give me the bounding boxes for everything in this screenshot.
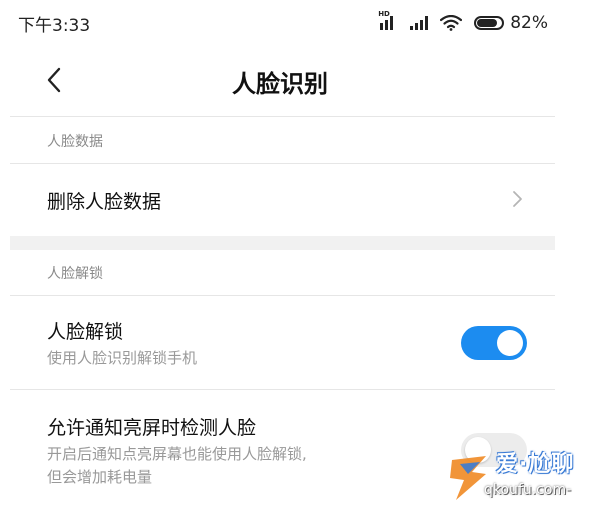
- toggle-knob: [497, 330, 523, 356]
- notify-detect-face-subtitle-line1: 开启后通知点亮屏幕也能使用人脸解锁,: [47, 445, 307, 463]
- divider: [10, 163, 555, 164]
- face-unlock-title: 人脸解锁: [47, 321, 124, 343]
- title-bar: 人脸识别: [0, 50, 600, 110]
- face-unlock-toggle[interactable]: [461, 326, 527, 360]
- signal-hd-icon: HD: [378, 10, 398, 30]
- wifi-icon: [440, 15, 463, 31]
- status-bar: 下午3:33 HD 82%: [0, 0, 600, 46]
- notify-detect-face-title: 允许通知亮屏时检测人脸: [47, 417, 257, 439]
- notify-detect-face-subtitle-line2: 但会增加耗电量: [47, 468, 153, 486]
- section-header-face-unlock: 人脸解锁: [47, 266, 103, 282]
- page-title: 人脸识别: [232, 70, 328, 98]
- face-unlock-row[interactable]: 人脸解锁 使用人脸识别解锁手机: [10, 297, 555, 387]
- battery-icon: [474, 16, 505, 30]
- battery-indicator: 82%: [474, 13, 548, 33]
- site-watermark: 爱·尬聊 qkoufu.com-: [446, 446, 596, 508]
- watermark-text-url: qkoufu.com-: [484, 482, 572, 498]
- battery-percent: 82%: [510, 13, 548, 33]
- signal-icon: [410, 16, 429, 30]
- divider: [10, 295, 555, 296]
- watermark-text-main: 爱·尬聊: [496, 452, 575, 477]
- delete-face-data-label: 删除人脸数据: [47, 191, 162, 213]
- status-time: 下午3:33: [18, 15, 91, 36]
- section-header-face-data: 人脸数据: [47, 134, 103, 150]
- network-badge: HD: [378, 10, 390, 18]
- divider: [10, 116, 555, 117]
- face-unlock-subtitle: 使用人脸识别解锁手机: [47, 349, 198, 367]
- section-separator: [10, 236, 555, 250]
- battery-fill: [477, 19, 497, 27]
- status-icons: HD 82%: [378, 10, 548, 33]
- chevron-right-icon: [513, 191, 522, 207]
- divider: [10, 389, 555, 390]
- face-recognition-screen: 下午3:33 HD 82% 人脸识别 人脸数据 删除人脸数据 人脸解锁 人脸解锁…: [0, 0, 600, 510]
- delete-face-data-row[interactable]: 删除人脸数据: [10, 165, 555, 235]
